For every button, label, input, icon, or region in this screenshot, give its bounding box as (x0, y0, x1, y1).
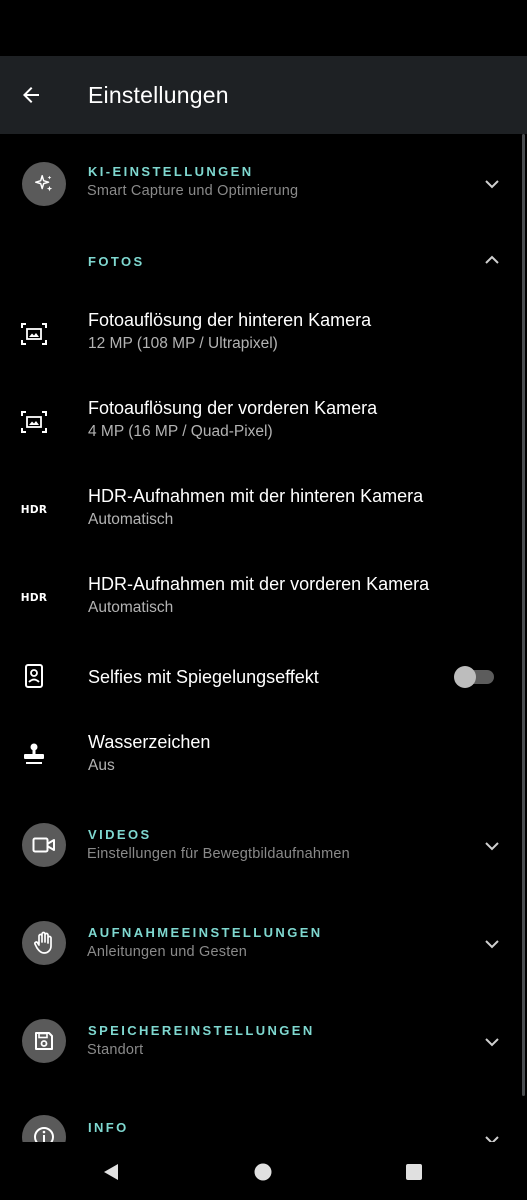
status-bar (0, 0, 527, 56)
section-capture-settings[interactable]: AUFNAHMEEINSTELLUNGEN Anleitungen und Ge… (0, 906, 520, 1004)
hand-icon (22, 921, 66, 965)
setting-watermark[interactable]: Wasserzeichen Aus (0, 712, 520, 808)
setting-value: 4 MP (16 MP / Quad-Pixel) (88, 423, 273, 440)
section-title: SPEICHEREINSTELLUNGEN (88, 1023, 315, 1038)
hdr-icon: HDR (18, 582, 50, 614)
setting-value: Automatisch (88, 511, 174, 528)
section-info[interactable]: INFO (0, 1102, 520, 1142)
chevron-down-icon[interactable] (482, 836, 502, 856)
triangle-back-icon (104, 1164, 118, 1180)
nav-back-button[interactable] (99, 1160, 123, 1184)
setting-title: Wasserzeichen (88, 732, 211, 752)
square-recents-icon (406, 1164, 422, 1180)
section-ki-settings[interactable]: KI-EINSTELLUNGEN Smart Capture und Optim… (0, 134, 520, 230)
setting-title: Fotoauflösung der hinteren Kamera (88, 310, 372, 330)
section-title: VIDEOS (88, 827, 152, 842)
chevron-down-icon[interactable] (482, 1130, 502, 1142)
stamp-icon (18, 738, 50, 770)
chevron-up-icon[interactable] (482, 250, 502, 270)
arrow-back-icon (23, 87, 39, 103)
info-icon (22, 1115, 66, 1142)
page-title: Einstellungen (88, 82, 229, 108)
setting-title: HDR-Aufnahmen mit der hinteren Kamera (88, 486, 424, 506)
sparkle-icon (22, 162, 66, 206)
setting-value: 12 MP (108 MP / Ultrapixel) (88, 335, 278, 352)
setting-title: Fotoauflösung der vorderen Kamera (88, 398, 378, 418)
section-photos[interactable]: FOTOS (0, 230, 520, 290)
hdr-icon-label: HDR (20, 504, 48, 516)
setting-rear-photo-resolution[interactable]: Fotoauflösung der hinteren Kamera 12 MP … (0, 290, 520, 378)
settings-list[interactable]: KI-EINSTELLUNGEN Smart Capture und Optim… (0, 134, 527, 1142)
photo-resolution-icon (18, 318, 50, 350)
nav-recents-button[interactable] (402, 1160, 426, 1184)
photo-resolution-icon (18, 406, 50, 438)
section-subtitle: Einstellungen für Bewegtbildaufnahmen (87, 846, 350, 862)
portrait-icon (18, 660, 50, 692)
chevron-down-icon[interactable] (482, 174, 502, 194)
setting-front-photo-resolution[interactable]: Fotoauflösung der vorderen Kamera 4 MP (… (0, 378, 520, 466)
section-title: FOTOS (88, 254, 145, 269)
scrollbar[interactable] (522, 134, 525, 1096)
hdr-icon: HDR (18, 494, 50, 526)
save-icon (22, 1019, 66, 1063)
setting-value: Automatisch (88, 599, 174, 616)
section-subtitle: Smart Capture und Optimierung (87, 183, 299, 199)
nav-home-button[interactable] (251, 1160, 275, 1184)
section-title: INFO (88, 1120, 129, 1135)
section-videos[interactable]: VIDEOS Einstellungen für Bewegtbildaufna… (0, 808, 520, 906)
hdr-icon-label: HDR (20, 592, 48, 604)
setting-value: Aus (88, 757, 115, 774)
chevron-down-icon[interactable] (482, 1032, 502, 1052)
chevron-down-icon[interactable] (482, 934, 502, 954)
setting-hdr-rear[interactable]: HDR HDR-Aufnahmen mit der hinteren Kamer… (0, 466, 520, 554)
section-title: KI-EINSTELLUNGEN (88, 164, 254, 179)
videocam-icon (22, 823, 66, 867)
setting-hdr-front[interactable]: HDR HDR-Aufnahmen mit der vorderen Kamer… (0, 554, 520, 642)
navigation-bar (0, 1142, 527, 1200)
section-subtitle: Anleitungen und Gesten (87, 944, 247, 960)
setting-title: Selfies mit Spiegelungseffekt (88, 667, 319, 687)
toggle-thumb (454, 666, 476, 688)
app-bar: Einstellungen (0, 56, 527, 134)
setting-mirror-selfies[interactable]: Selfies mit Spiegelungseffekt (0, 642, 520, 712)
setting-title: HDR-Aufnahmen mit der vorderen Kamera (88, 574, 430, 594)
home-circle-icon (254, 1163, 272, 1181)
section-title: AUFNAHMEEINSTELLUNGEN (88, 925, 323, 940)
back-button[interactable] (10, 74, 52, 116)
section-subtitle: Standort (87, 1042, 144, 1058)
section-storage-settings[interactable]: SPEICHEREINSTELLUNGEN Standort (0, 1004, 520, 1102)
